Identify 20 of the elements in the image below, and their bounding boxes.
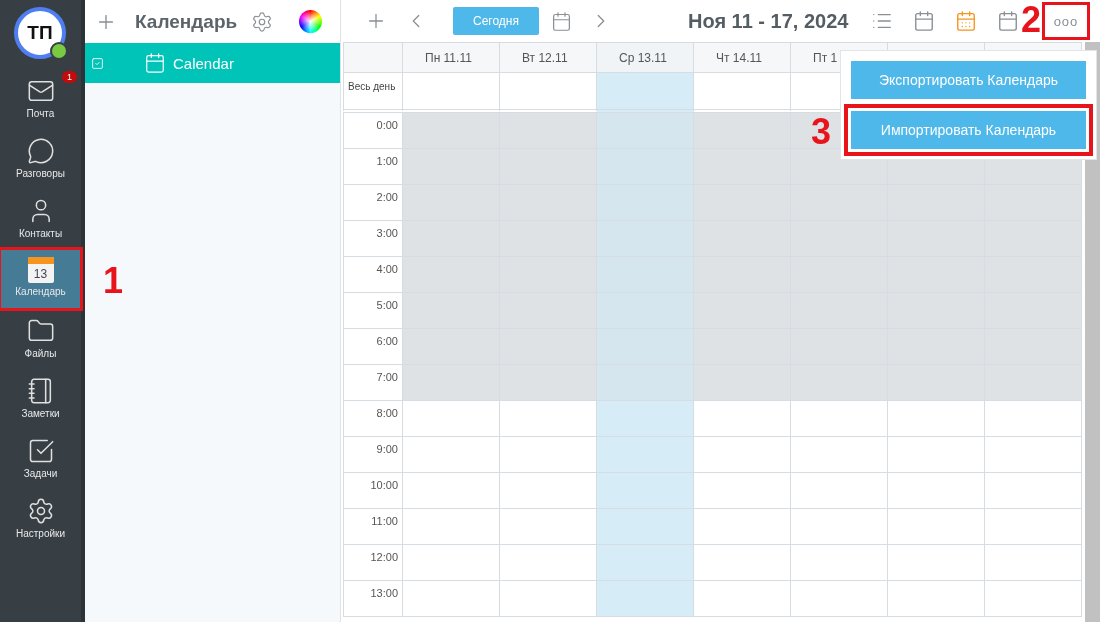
date-range-title: Ноя 11 - 17, 2024 [688, 9, 849, 33]
nav-label: Почта [26, 108, 55, 119]
nav-label: Разговоры [16, 168, 65, 179]
nav-label: Настройки [15, 528, 65, 539]
day-header: Чт 14.11 [694, 42, 791, 73]
step-number: 3 [811, 114, 832, 150]
nav-label: Заметки [21, 408, 60, 419]
nav-label: Контакты [18, 228, 63, 239]
calendar-icon: 13 [27, 257, 54, 283]
day-header: Вт 12.11 [500, 42, 597, 73]
nav-label: Календарь [15, 286, 66, 297]
day-header: Пн 11.11 [403, 42, 500, 73]
day-header: Ср 13.11 [597, 42, 694, 73]
step-number: 1 [103, 263, 124, 299]
nav-label: Файлы [24, 348, 57, 359]
calendar-name: Calendar [173, 54, 234, 72]
panel-title: Календарь [135, 10, 238, 33]
nav-label: Задачи [23, 468, 58, 479]
step-number: 2 [1020, 2, 1041, 38]
unread-badge: 1 [62, 71, 77, 83]
